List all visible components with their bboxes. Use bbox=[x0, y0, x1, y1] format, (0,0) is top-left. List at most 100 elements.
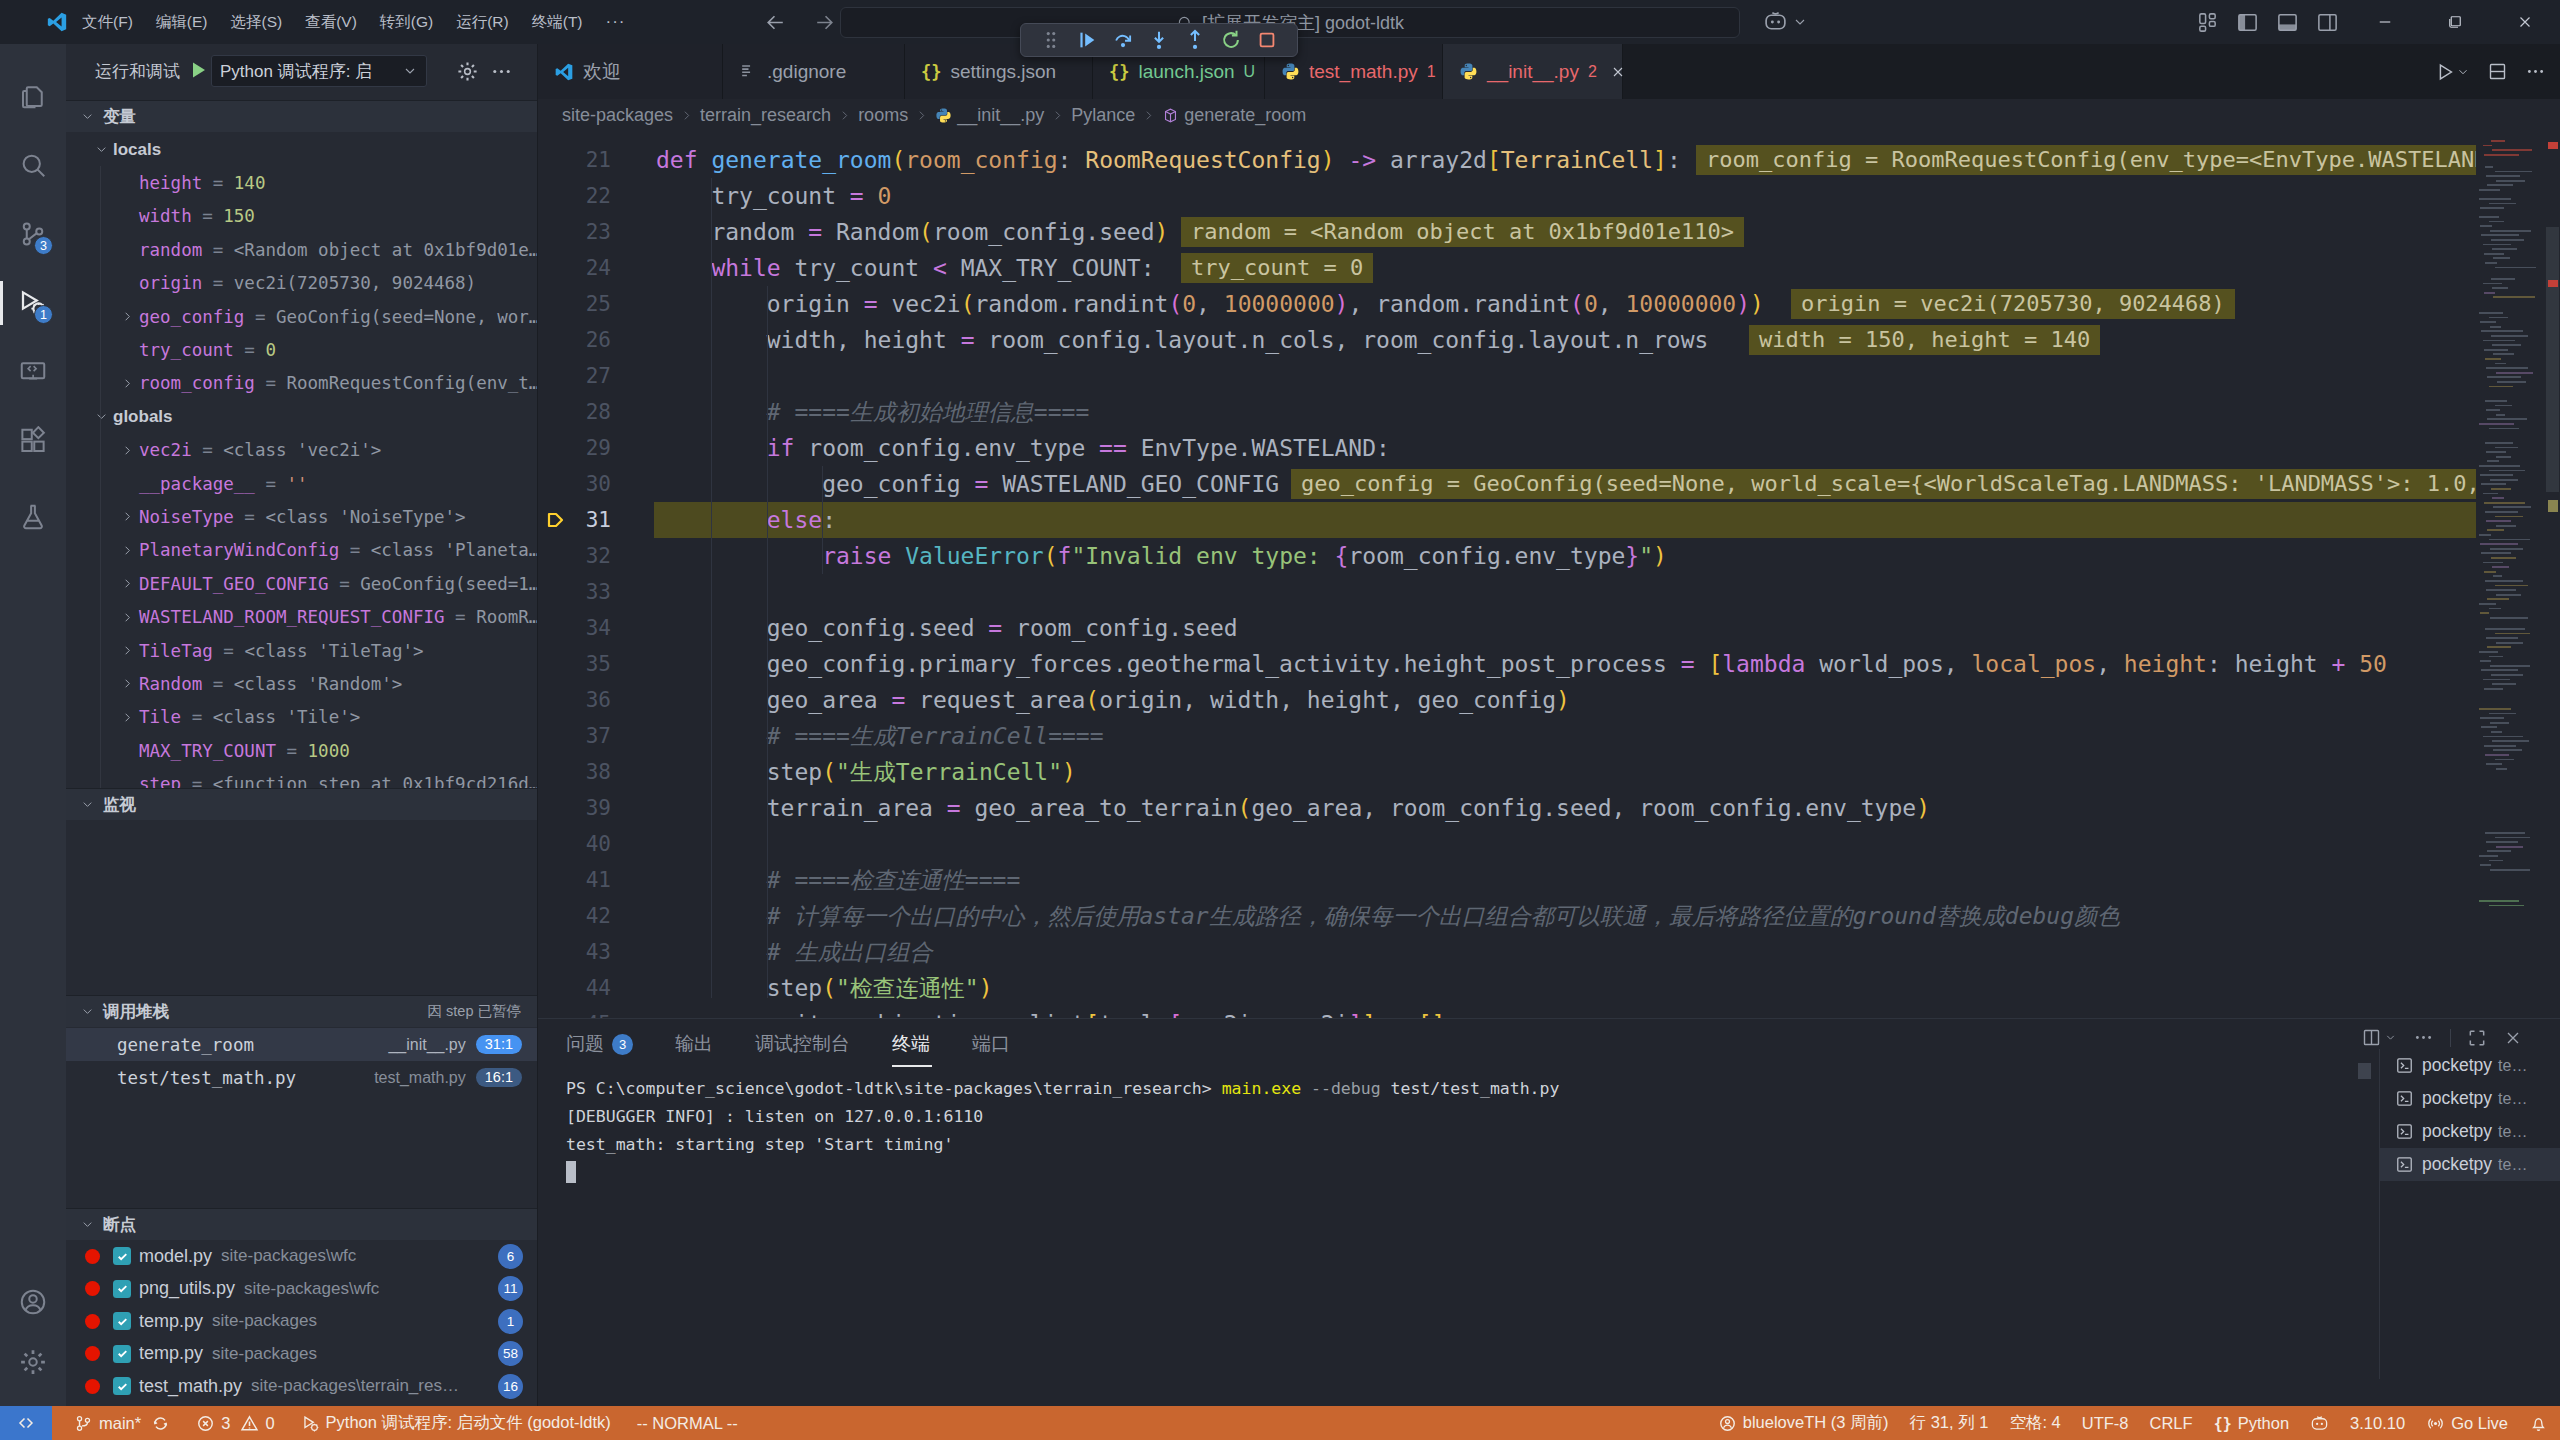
section-watch[interactable]: 监视 bbox=[66, 788, 537, 820]
section-breakpoints[interactable]: 断点 bbox=[66, 1208, 537, 1240]
line-number[interactable]: 43 bbox=[538, 934, 611, 970]
stack-frame[interactable]: test/test_math.py test_math.py 16:1 bbox=[66, 1061, 537, 1094]
sidebar-item-remote[interactable] bbox=[0, 348, 66, 396]
variable-row[interactable]: PlanetaryWindConfig = <class 'Planeta… bbox=[66, 534, 537, 567]
vim-mode-item[interactable]: -- NORMAL -- bbox=[637, 1414, 738, 1433]
menu-item[interactable]: 文件(F) bbox=[82, 12, 133, 33]
continue-button[interactable] bbox=[1076, 29, 1098, 51]
toggle-panel-icon[interactable] bbox=[2276, 11, 2299, 34]
debug-config-dropdown[interactable]: Python 调试程序: 启 bbox=[211, 55, 427, 87]
step-into-button[interactable] bbox=[1148, 29, 1170, 51]
breakpoint-row[interactable]: temp.py site-packages 1 bbox=[66, 1305, 537, 1337]
cursor-position-item[interactable]: 行 31, 列 1 bbox=[1910, 1412, 1989, 1434]
panel-tab[interactable]: 输出 bbox=[675, 1019, 713, 1069]
breakpoint-checkbox[interactable] bbox=[113, 1345, 131, 1363]
editor-more-actions[interactable] bbox=[2525, 61, 2546, 82]
code-line[interactable]: def generate_room(room_config: RoomReque… bbox=[656, 142, 1681, 178]
toggle-secondary-sidebar-icon[interactable] bbox=[2316, 11, 2339, 34]
customize-layout-icon[interactable] bbox=[2196, 11, 2219, 34]
section-variables[interactable]: 变量 bbox=[66, 100, 537, 132]
step-over-button[interactable] bbox=[1112, 29, 1134, 51]
editor-tab[interactable]: .gdignore bbox=[723, 44, 905, 99]
language-item[interactable]: {}Python bbox=[2214, 1414, 2289, 1433]
run-bar-more-actions[interactable] bbox=[490, 60, 513, 83]
line-number[interactable]: 21 bbox=[538, 142, 611, 178]
menu-item[interactable]: 运行(R) bbox=[456, 12, 509, 33]
line-number[interactable]: 23 bbox=[538, 214, 611, 250]
close-panel-button[interactable] bbox=[2503, 1028, 2523, 1048]
code-line[interactable]: terrain_area = geo_area_to_terrain(geo_a… bbox=[767, 790, 1930, 826]
variable-row[interactable]: try_count = 0 bbox=[66, 333, 537, 366]
panel-more-actions[interactable] bbox=[2413, 1027, 2434, 1048]
code-line[interactable]: geo_config = WASTELAND_GEO_CONFIG bbox=[822, 466, 1279, 502]
minimize-button[interactable] bbox=[2350, 0, 2420, 44]
line-number[interactable]: 25 bbox=[538, 286, 611, 322]
go-live-item[interactable]: Go Live bbox=[2426, 1414, 2508, 1433]
sidebar-item-source-control[interactable]: 3 bbox=[0, 210, 66, 258]
breadcrumb[interactable]: site-packagesterrain_researchrooms__init… bbox=[538, 99, 2560, 132]
sidebar-item-testing[interactable] bbox=[0, 493, 66, 541]
git-branch-item[interactable]: main* bbox=[74, 1414, 170, 1433]
line-number[interactable]: 35 bbox=[538, 646, 611, 682]
menu-item[interactable]: 查看(V) bbox=[305, 12, 357, 33]
breakpoint-row[interactable]: png_utils.py site-packages\wfc 11 bbox=[66, 1273, 537, 1305]
maximize-button[interactable] bbox=[2420, 0, 2490, 44]
breakpoint-checkbox[interactable] bbox=[113, 1377, 131, 1395]
menu-item[interactable]: 选择(S) bbox=[230, 12, 282, 33]
breakpoint-row[interactable]: model.py site-packages\wfc 6 bbox=[66, 1240, 537, 1272]
terminal-list-item[interactable]: pocketpy te… bbox=[2380, 1115, 2560, 1148]
minimap[interactable] bbox=[2476, 132, 2546, 1018]
terminal-list-item[interactable]: pocketpy te… bbox=[2380, 1148, 2560, 1181]
variable-row[interactable]: NoiseType = <class 'NoiseType'> bbox=[66, 500, 537, 533]
menu-item[interactable]: 终端(T) bbox=[532, 12, 583, 33]
sidebar-item-explorer[interactable] bbox=[0, 72, 66, 120]
nav-forward-icon[interactable] bbox=[812, 10, 837, 35]
run-python-file-button[interactable] bbox=[2434, 61, 2470, 83]
code-line[interactable]: geo_config.primary_forces.geothermal_act… bbox=[767, 646, 2387, 682]
line-number[interactable]: 26 bbox=[538, 322, 611, 358]
line-number[interactable]: 32 bbox=[538, 538, 611, 574]
line-number[interactable]: 41 bbox=[538, 862, 611, 898]
sidebar-item-search[interactable] bbox=[0, 141, 66, 189]
code-line[interactable]: width, height = room_config.layout.n_col… bbox=[767, 322, 1709, 358]
maximize-panel-button[interactable] bbox=[2467, 1028, 2487, 1048]
toggle-sidebar-icon[interactable] bbox=[2236, 11, 2259, 34]
python-version-item[interactable]: 3.10.10 bbox=[2350, 1414, 2405, 1433]
line-number[interactable]: 24 bbox=[538, 250, 611, 286]
breakpoint-row[interactable]: temp.py site-packages 58 bbox=[66, 1338, 537, 1370]
breadcrumb-item[interactable]: rooms bbox=[858, 105, 908, 126]
menu-item[interactable]: 转到(G) bbox=[380, 12, 433, 33]
code-line[interactable]: geo_area = request_area(origin, width, h… bbox=[767, 682, 1570, 718]
panel-tab[interactable]: 问题3 bbox=[566, 1019, 633, 1069]
variable-scope[interactable]: globals bbox=[66, 400, 537, 433]
breadcrumb-item[interactable]: Pylance bbox=[1071, 105, 1135, 126]
settings-button[interactable] bbox=[0, 1338, 66, 1386]
code-line[interactable]: origin = vec2i(random.randint(0, 1000000… bbox=[767, 286, 1764, 322]
variable-row[interactable]: vec2i = <class 'vec2i'> bbox=[66, 434, 537, 467]
line-number[interactable]: 22 bbox=[538, 178, 611, 214]
variable-row[interactable]: WASTELAND_ROOM_REQUEST_CONFIG = RoomR… bbox=[66, 601, 537, 634]
restart-button[interactable] bbox=[1220, 29, 1242, 51]
variable-row[interactable]: MAX_TRY_COUNT = 1000 bbox=[66, 734, 537, 767]
code-line[interactable]: step("检查连通性") bbox=[767, 970, 993, 1006]
line-number[interactable]: 31 bbox=[538, 502, 611, 538]
code-line[interactable]: else: bbox=[767, 502, 836, 538]
line-number[interactable]: 40 bbox=[538, 826, 611, 862]
line-number[interactable]: 34 bbox=[538, 610, 611, 646]
panel-tab[interactable]: 终端 bbox=[892, 1019, 930, 1069]
line-number[interactable]: 42 bbox=[538, 898, 611, 934]
code-line[interactable]: # ====生成TerrainCell==== bbox=[767, 718, 1104, 754]
code-line[interactable]: try_count = 0 bbox=[711, 178, 891, 214]
line-number[interactable]: 27 bbox=[538, 358, 611, 394]
indentation-item[interactable]: 空格: 4 bbox=[2009, 1412, 2060, 1434]
breakpoint-checkbox[interactable] bbox=[113, 1247, 131, 1265]
panel-tab[interactable]: 端口 bbox=[972, 1019, 1010, 1069]
eol-item[interactable]: CRLF bbox=[2150, 1414, 2193, 1433]
code-line[interactable]: exit_combinations: list[tuple[vec2i, vec… bbox=[767, 1006, 1446, 1018]
line-number[interactable]: 28 bbox=[538, 394, 611, 430]
line-number[interactable]: 44 bbox=[538, 970, 611, 1006]
tab-close-icon[interactable] bbox=[1610, 64, 1626, 80]
breadcrumb-item[interactable]: __init__.py bbox=[935, 105, 1044, 126]
problems-item[interactable]: 30 bbox=[196, 1414, 274, 1433]
variable-row[interactable]: random = <Random object at 0x1bf9d01e… bbox=[66, 233, 537, 266]
